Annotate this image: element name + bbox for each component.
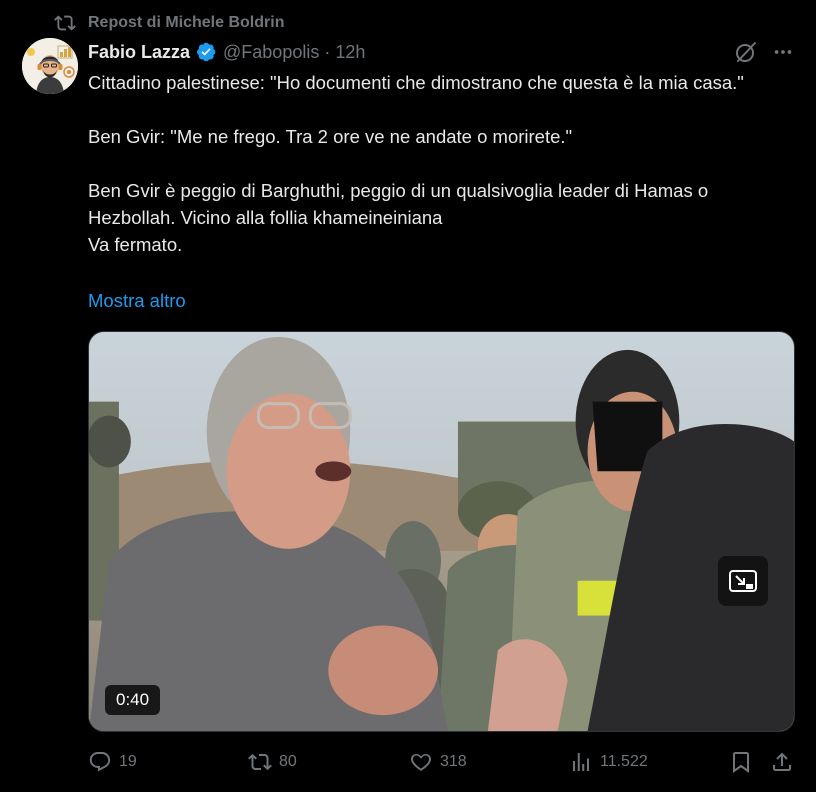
bookmark-button[interactable]: [729, 747, 753, 777]
tweet-line: Ben Gvir è peggio di Barghuthi, peggio d…: [88, 180, 709, 228]
repost-button[interactable]: 80: [248, 747, 297, 777]
repost-icon: [54, 15, 76, 31]
tweet-header: Fabio Lazza @Fabopolis · 12h: [88, 39, 365, 65]
tweet-time[interactable]: 12h: [335, 42, 365, 63]
tweet-text: Cittadino palestinese: "Ho documenti che…: [88, 69, 793, 258]
bookmark-icon: [733, 752, 749, 773]
video-duration: 0:40: [105, 685, 161, 715]
video-player[interactable]: 0:40: [88, 331, 795, 732]
reply-button[interactable]: 19: [88, 747, 137, 777]
heart-icon: [410, 753, 432, 771]
author-handle[interactable]: @Fabopolis: [223, 42, 319, 63]
grok-icon[interactable]: [734, 40, 758, 64]
verified-badge-icon[interactable]: [195, 41, 217, 63]
like-count: 318: [440, 753, 467, 770]
author-name[interactable]: Fabio Lazza: [88, 42, 190, 63]
tweet-line: Ben Gvir: "Me ne frego. Tra 2 ore ve ne …: [88, 126, 573, 147]
header-separator: ·: [324, 41, 331, 62]
action-bar: 19 80 318 11.522: [88, 747, 798, 777]
show-more-link[interactable]: Mostra altro: [88, 287, 186, 314]
reply-count: 19: [119, 753, 137, 770]
share-button[interactable]: [770, 747, 794, 777]
picture-in-picture-icon: [729, 570, 757, 592]
picture-in-picture-button[interactable]: [718, 556, 768, 606]
reply-icon: [89, 752, 111, 772]
avatar-illustration: [22, 38, 78, 94]
like-button[interactable]: 318: [409, 747, 467, 777]
views-count: 11.522: [600, 753, 648, 770]
more-icon[interactable]: [772, 41, 794, 63]
share-icon: [773, 752, 791, 771]
repost-indicator[interactable]: Repost di Michele Boldrin: [54, 12, 284, 34]
views-icon: [573, 753, 589, 771]
views-button[interactable]: 11.522: [569, 747, 648, 777]
tweet-line: Cittadino palestinese: "Ho documenti che…: [88, 72, 744, 93]
retweet-icon: [248, 753, 272, 771]
repost-label: Repost di Michele Boldrin: [88, 14, 285, 31]
repost-count: 80: [279, 753, 297, 770]
video-frame: [89, 332, 794, 731]
avatar[interactable]: [22, 38, 78, 94]
tweet-line: Va fermato.: [88, 234, 183, 255]
